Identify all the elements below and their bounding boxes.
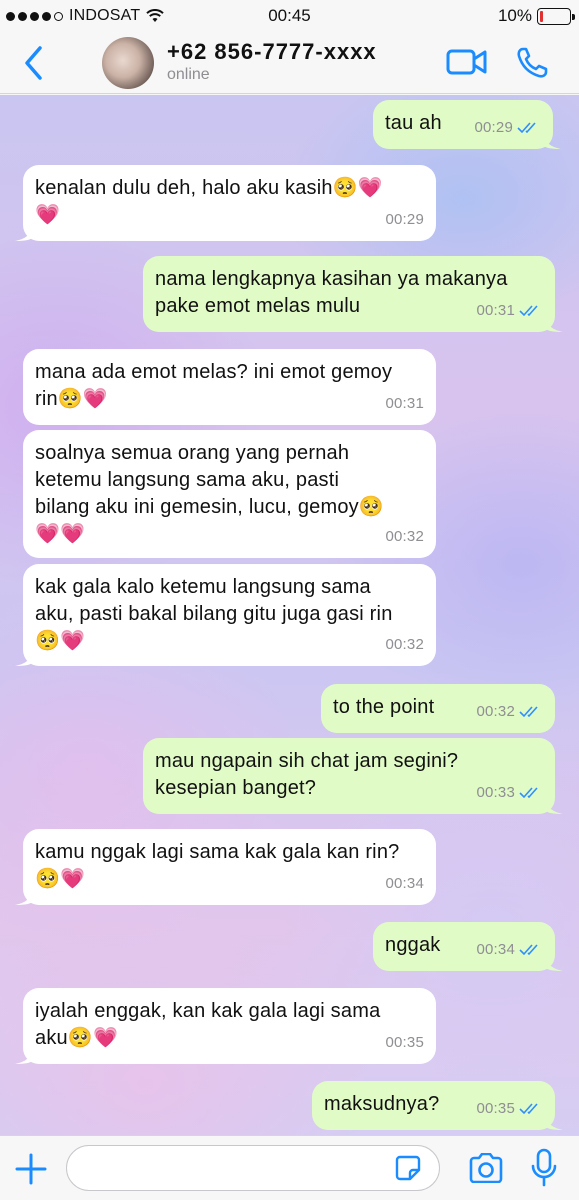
message-time: 00:31 — [476, 302, 515, 319]
sticker-icon[interactable] — [394, 1154, 422, 1182]
message-meta: 00:32 — [385, 631, 424, 658]
message-bubble-in[interactable]: mana ada emot melas? ini emot gemoy rin🥺… — [23, 349, 436, 425]
message-bubble-in[interactable]: kamu nggak lagi sama kak gala kan rin? 🥺… — [15, 829, 436, 905]
microphone-icon[interactable] — [531, 1148, 557, 1188]
back-button[interactable] — [20, 44, 48, 82]
message-time: 00:34 — [476, 941, 515, 958]
message-bubble-out[interactable]: mau ngapain sih chat jam segini? kesepia… — [143, 738, 563, 814]
battery-icon — [537, 7, 575, 25]
message-time: 00:32 — [385, 528, 424, 545]
message-meta: 00:31 — [385, 390, 424, 417]
read-ticks-icon — [519, 943, 538, 955]
read-ticks-icon — [519, 786, 538, 798]
message-text: kenalan dulu deh, halo aku kasih🥺💗 💗 — [35, 177, 383, 226]
message-text: soalnya semua orang yang pernah ketemu l… — [35, 442, 384, 545]
message-meta: 00:32 — [476, 698, 543, 725]
message-bubble-in[interactable]: iyalah enggak, kan kak gala lagi sama ak… — [15, 988, 436, 1064]
bubble-tail — [15, 889, 33, 905]
message-meta: 00:35 — [476, 1095, 543, 1122]
message-text: iyalah enggak, kan kak gala lagi sama ak… — [35, 1000, 381, 1049]
message-time: 00:34 — [385, 875, 424, 892]
message-bubble-out[interactable]: nggak 00:34 — [373, 922, 563, 971]
bubble-tail — [15, 225, 33, 241]
bubble-tail — [545, 798, 563, 814]
message-bubble-out[interactable]: maksudnya? 00:35 — [312, 1081, 563, 1130]
bubble-tail — [15, 650, 33, 666]
message-time: 00:33 — [476, 784, 515, 801]
message-meta: 00:33 — [476, 779, 543, 806]
message-meta: 00:29 — [474, 114, 541, 141]
message-meta: 00:34 — [385, 870, 424, 897]
status-bar: INDOSAT 00:45 10% — [0, 0, 579, 34]
message-text: mau ngapain sih chat jam segini? kesepia… — [155, 750, 459, 799]
message-time: 00:29 — [385, 211, 424, 228]
message-input[interactable] — [66, 1145, 440, 1191]
video-call-icon[interactable] — [446, 47, 488, 77]
read-ticks-icon — [517, 121, 536, 133]
message-bubble-out[interactable]: nama lengkapnya kasihan ya makanya pake … — [143, 256, 563, 332]
bubble-tail — [15, 1048, 33, 1064]
message-bubble-out[interactable]: to the point 00:32 — [321, 684, 555, 733]
avatar[interactable] — [102, 37, 154, 89]
bubble-tail — [543, 133, 561, 149]
message-meta: 00:31 — [476, 297, 543, 324]
chat-header: +62 856-7777-xxxx online — [0, 34, 579, 94]
status-right: 10% — [497, 6, 575, 26]
message-time: 00:35 — [476, 1100, 515, 1117]
message-time: 00:32 — [385, 636, 424, 653]
message-time: 00:35 — [385, 1034, 424, 1051]
status-time: 00:45 — [268, 6, 311, 25]
read-ticks-icon — [519, 304, 538, 316]
message-bubble-in[interactable]: kak gala kalo ketemu langsung sama aku, … — [15, 564, 436, 666]
message-text: kamu nggak lagi sama kak gala kan rin? 🥺… — [35, 841, 400, 890]
phone-icon[interactable] — [515, 46, 549, 80]
message-text: tau ah — [385, 112, 442, 134]
contact-status: online — [167, 66, 210, 83]
message-bubble-in[interactable]: kenalan dulu deh, halo aku kasih🥺💗 💗 00:… — [15, 165, 436, 241]
message-meta: 00:32 — [385, 523, 424, 550]
attach-plus-icon[interactable] — [14, 1152, 48, 1186]
message-time: 00:31 — [385, 395, 424, 412]
message-text: to the point — [333, 696, 435, 718]
battery-percent: 10% — [497, 6, 532, 25]
message-text: mana ada emot melas? ini emot gemoy rin🥺… — [35, 361, 393, 410]
bubble-tail — [545, 955, 563, 971]
message-bubble-in[interactable]: soalnya semua orang yang pernah ketemu l… — [23, 430, 436, 558]
message-bubble-out[interactable]: tau ah 00:29 — [373, 100, 561, 149]
message-meta: 00:34 — [476, 936, 543, 963]
input-bar — [0, 1135, 579, 1200]
message-text: kak gala kalo ketemu langsung sama aku, … — [35, 576, 393, 652]
message-time: 00:29 — [474, 119, 513, 136]
message-meta: 00:29 — [385, 206, 424, 233]
message-text: nggak — [385, 934, 441, 956]
chat-area[interactable]: tau ah 00:29 kenalan dulu deh, halo aku … — [0, 95, 579, 1135]
bubble-tail — [545, 316, 563, 332]
message-text: nama lengkapnya kasihan ya makanya pake … — [155, 268, 508, 317]
read-ticks-icon — [519, 705, 538, 717]
contact-name[interactable]: +62 856-7777-xxxx — [167, 39, 377, 65]
message-meta: 00:35 — [385, 1029, 424, 1056]
message-text: maksudnya? — [324, 1093, 440, 1115]
message-time: 00:32 — [476, 703, 515, 720]
read-ticks-icon — [519, 1102, 538, 1114]
bubble-tail — [545, 1114, 563, 1130]
camera-icon[interactable] — [468, 1153, 504, 1183]
